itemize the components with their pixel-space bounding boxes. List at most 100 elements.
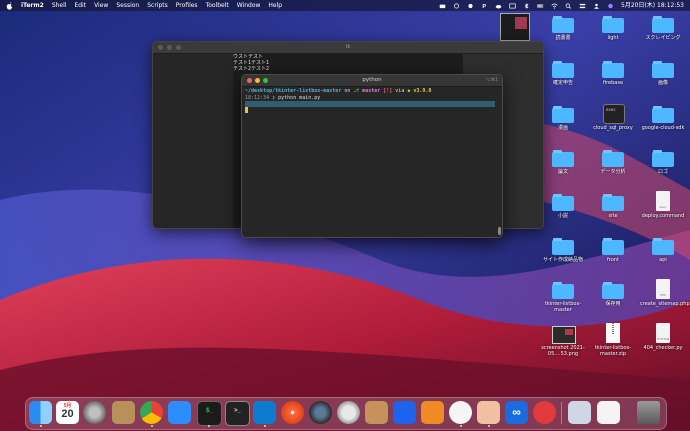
menu-window[interactable]: Window xyxy=(237,0,261,11)
photos-icon[interactable] xyxy=(568,401,591,424)
safari-icon[interactable] xyxy=(281,401,304,424)
finder-icon[interactable] xyxy=(29,401,52,424)
desktop-icon-label: deploy.command xyxy=(641,213,685,219)
terminal-titlebar[interactable]: python ⌥⌘1 xyxy=(242,75,502,87)
recording-status-icon[interactable] xyxy=(453,3,460,9)
menu-app-name[interactable]: iTerm2 xyxy=(21,0,44,11)
desktop-folder[interactable]: スクレイピング xyxy=(640,16,686,41)
menu-view[interactable]: View xyxy=(94,0,108,11)
desktop-zip[interactable]: tkinter-listbox-master.zip xyxy=(590,323,636,357)
desktop-folder[interactable]: 確定申告 xyxy=(540,61,586,86)
desktop-icon-label: 画像 xyxy=(657,80,668,86)
desktop-folder[interactable]: google-cloud-sdk xyxy=(640,106,686,131)
desktop-document[interactable]: PHP create_sitemap.php xyxy=(640,279,690,307)
desktop-folder[interactable]: api xyxy=(640,238,686,263)
document-icon: PHP xyxy=(652,279,674,299)
git-branch: master xyxy=(362,88,381,94)
monitor-status-icon[interactable] xyxy=(509,3,516,9)
desktop-folder[interactable]: firebase xyxy=(590,61,636,86)
terminal-icon[interactable]: >_ xyxy=(225,401,250,426)
menu-toolbelt[interactable]: Toolbelt xyxy=(206,0,229,11)
timer-status-icon[interactable] xyxy=(467,3,474,9)
system-preferences-icon[interactable] xyxy=(83,401,106,424)
scrollbar-thumb[interactable] xyxy=(498,227,501,235)
terminal-window[interactable]: python ⌥⌘1 ~/desktop/tkinter-listbox-mas… xyxy=(241,74,503,238)
desktop-executable[interactable]: exec cloud_sql_proxy xyxy=(590,104,636,131)
menu-scripts[interactable]: Scripts xyxy=(147,0,168,11)
listbox[interactable]: ウストテスト テスト1テスト1 テスト2テスト2 xyxy=(233,54,269,72)
desktop-folder[interactable]: 保存用 xyxy=(590,282,636,307)
desktop-folder[interactable]: 画像 xyxy=(640,61,686,86)
zoom-icon[interactable] xyxy=(168,401,191,424)
desktop-icon-label: screenshot 2021-05....53.png xyxy=(541,345,585,357)
menu-help[interactable]: Help xyxy=(268,0,282,11)
control-center-icon[interactable] xyxy=(579,3,586,9)
user-icon[interactable] xyxy=(593,3,600,9)
docker-icon[interactable] xyxy=(393,401,416,424)
menu-profiles[interactable]: Profiles xyxy=(176,0,198,11)
desktop-icon-label: 小説 xyxy=(557,213,568,219)
desktop-folder[interactable]: light xyxy=(590,16,636,41)
python-icon: ◆ xyxy=(407,88,411,94)
menu-edit[interactable]: Edit xyxy=(74,0,86,11)
battery-icon[interactable] xyxy=(537,3,544,9)
desktop-folder[interactable]: site xyxy=(590,194,636,219)
calendar-icon[interactable]: 5月 20 xyxy=(56,401,79,424)
document-icon[interactable] xyxy=(597,401,620,424)
siri-icon[interactable] xyxy=(607,3,614,9)
cloud-sync-icon[interactable] xyxy=(495,3,502,9)
menu-session[interactable]: Session xyxy=(116,0,139,11)
chrome-icon[interactable] xyxy=(140,401,163,424)
menu-shell[interactable]: Shell xyxy=(52,0,67,11)
wifi-icon[interactable] xyxy=(551,3,558,9)
notes-icon[interactable] xyxy=(112,401,135,424)
desktop-folder[interactable]: データ分析 xyxy=(590,150,636,175)
desktop-folder[interactable]: front xyxy=(590,238,636,263)
quicktime-icon[interactable] xyxy=(309,401,332,424)
folder-icon xyxy=(652,106,674,123)
folder-icon xyxy=(552,282,574,299)
cursor-line xyxy=(245,107,496,116)
desktop-document[interactable]: PYTHON 404_checker.py xyxy=(640,323,686,351)
tk-window-titlebar[interactable]: tk xyxy=(153,42,543,54)
prompt-arrow-icon: ❯ xyxy=(272,94,276,101)
preview-icon[interactable] xyxy=(477,401,500,424)
vscode-icon[interactable] xyxy=(253,401,276,424)
terminal-scrollbar[interactable] xyxy=(498,89,501,235)
screenshot-preview-thumbnail[interactable] xyxy=(500,13,530,41)
p-status-icon[interactable]: P xyxy=(481,3,488,9)
desktop-folder[interactable]: 論文 xyxy=(540,150,586,175)
desktop-icon-label: light xyxy=(607,35,619,41)
cloud-status-icon[interactable] xyxy=(439,3,446,9)
iterm-icon[interactable]: $_ xyxy=(197,401,222,426)
sourcetree-icon[interactable] xyxy=(421,401,444,424)
desktop-folder[interactable]: 読書書 xyxy=(540,16,586,41)
app-icon[interactable] xyxy=(449,401,472,424)
clock-icon[interactable] xyxy=(533,401,556,424)
search-icon[interactable] xyxy=(565,3,572,9)
sequel-icon[interactable] xyxy=(337,401,360,424)
desktop-folder[interactable]: 小説 xyxy=(540,194,586,219)
terminal-output[interactable]: ~/desktop/tkinter-listbox-master on ⎇ ma… xyxy=(245,88,496,116)
prompt-via: via xyxy=(395,88,405,94)
archive-icon[interactable] xyxy=(365,401,388,424)
folder-icon xyxy=(652,61,674,78)
apple-icon[interactable] xyxy=(6,1,13,10)
desktop-folder[interactable]: 漫画 xyxy=(540,106,586,131)
desktop-folder[interactable]: tkinter-listbox-master xyxy=(540,282,586,313)
desktop-icon-label: スクレイピング xyxy=(645,35,681,41)
infinity-icon[interactable]: ∞ xyxy=(505,401,528,424)
trash-icon[interactable] xyxy=(637,401,660,424)
menu-clock[interactable]: 5月20日(木) 18:12:53 xyxy=(621,0,684,11)
desktop-document[interactable]: exec deploy.command xyxy=(640,191,686,219)
running-indicator xyxy=(460,425,462,427)
desktop-folder[interactable]: ロゴ xyxy=(640,150,686,175)
desktop-icon-label: 論文 xyxy=(557,169,568,175)
bluetooth-icon[interactable] xyxy=(523,2,530,9)
git-status: [!] xyxy=(383,88,393,94)
desktop-image[interactable]: screenshot 2021-05....53.png xyxy=(540,326,586,357)
listbox-item[interactable]: テスト2テスト2 xyxy=(233,66,269,72)
desktop-folder[interactable]: サイト作成納品物 xyxy=(540,238,586,263)
desktop-icon-label: データ分析 xyxy=(600,169,626,175)
desktop-icon-label: 読書書 xyxy=(555,35,571,41)
